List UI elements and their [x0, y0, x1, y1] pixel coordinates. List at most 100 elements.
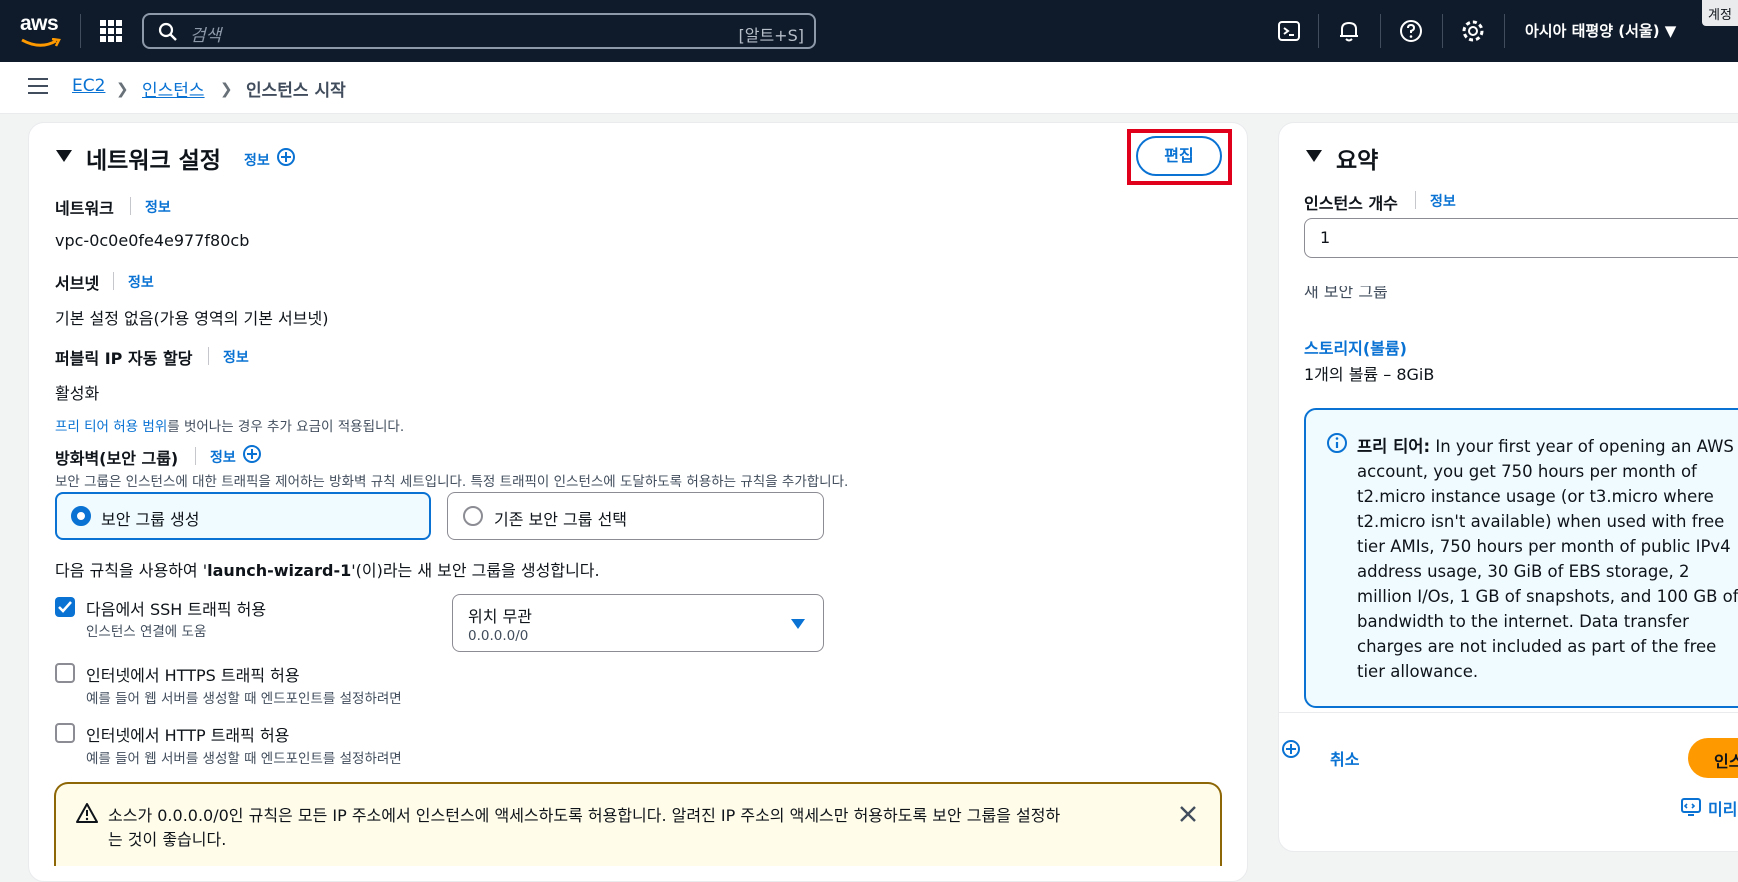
http-description: 예를 들어 웹 서버를 생성할 때 엔드포인트를 설정하려면: [86, 751, 402, 767]
public-ip-info-link[interactable]: 정보: [223, 347, 249, 367]
gear-icon[interactable]: [1460, 18, 1486, 44]
radio-selected[interactable]: [71, 506, 91, 526]
network-settings-title: 네트워크 설정: [86, 148, 221, 174]
ssh-label: 다음에서 SSH 트래픽 허용: [86, 600, 267, 619]
public-ip-value: 활성화: [55, 384, 100, 403]
instance-count-value: 1: [1320, 228, 1331, 247]
info-icon: [1327, 433, 1347, 453]
free-tier-info-box: 프리 티어: In your first year of opening an …: [1304, 408, 1738, 708]
divider: [1278, 712, 1738, 713]
divider: [113, 272, 114, 290]
ssh-source-select[interactable]: 위치 무관 0.0.0.0/0: [452, 594, 824, 652]
chevron-right-icon: ❯: [220, 80, 233, 98]
breadcrumb-instances[interactable]: 인스턴스: [142, 76, 205, 101]
caret-down-icon: [791, 619, 805, 629]
option-create-label: 보안 그룹 생성: [101, 510, 200, 529]
rule-suffix: '(이)라는 새 보안 그룹을 생성합니다.: [351, 561, 600, 580]
subnet-value: 기본 설정 없음(가용 영역의 기본 서브넷): [55, 309, 329, 328]
collapse-caret-icon[interactable]: [1306, 150, 1322, 162]
option-existing-label: 기존 보안 그룹 선택: [494, 510, 628, 529]
aws-smile-icon: [21, 38, 61, 47]
subnet-label: 서브넷: [55, 274, 100, 293]
search-shortcut-hint: [알트+S]: [738, 26, 805, 45]
nav-divider: [1318, 14, 1319, 48]
help-icon[interactable]: [1398, 18, 1424, 44]
https-label: 인터넷에서 HTTPS 트래픽 허용: [86, 666, 300, 685]
warning-text-line2: 는 것이 좋습니다.: [108, 830, 227, 849]
launch-instance-label: 인스: [1714, 752, 1738, 771]
instance-count-label: 인스턴스 개수: [1304, 194, 1398, 213]
network-label: 네트워크: [55, 199, 114, 218]
option-create-security-group[interactable]: 보안 그룹 생성: [55, 492, 431, 540]
network-value: vpc-0c0e0fe4e977f80cb: [55, 231, 250, 250]
nav-divider: [1380, 14, 1381, 48]
nav-divider: [1504, 14, 1505, 48]
nav-divider: [1442, 14, 1443, 48]
add-circle-icon[interactable]: [277, 148, 295, 166]
option-existing-security-group[interactable]: 기존 보안 그룹 선택: [447, 492, 824, 540]
divider: [195, 447, 196, 465]
add-circle-icon[interactable]: [243, 445, 261, 463]
chevron-right-icon: ❯: [116, 80, 129, 98]
services-grid-icon[interactable]: [100, 20, 122, 42]
cloudshell-icon[interactable]: [1276, 18, 1302, 44]
instance-count-info-link[interactable]: 정보: [1430, 191, 1456, 211]
aws-logo-text: aws: [20, 12, 59, 35]
search-placeholder: 검색: [190, 26, 222, 46]
nav-divider: [80, 14, 81, 48]
http-checkbox[interactable]: [55, 723, 75, 743]
info-link[interactable]: 정보: [244, 150, 270, 170]
subnet-info-link[interactable]: 정보: [128, 272, 154, 292]
free-tier-body: In your first year of opening an AWS acc…: [1357, 437, 1738, 681]
storage-value: 1개의 볼륨 – 8GiB: [1304, 365, 1435, 384]
search-icon: [158, 22, 177, 41]
scroll-clipped-row: 새 보안 그룹: [1304, 286, 1604, 304]
add-circle-icon[interactable]: [1282, 740, 1300, 758]
instance-count-input[interactable]: 1: [1304, 218, 1738, 258]
ssh-checkbox[interactable]: [55, 597, 75, 617]
preview-code-link[interactable]: 미리: [1708, 796, 1737, 820]
warning-icon: [76, 803, 98, 823]
cancel-button[interactable]: 취소: [1330, 746, 1359, 770]
summary-title: 요약: [1336, 148, 1379, 174]
account-menu[interactable]: 계정: [1702, 0, 1738, 26]
menu-icon[interactable]: [28, 78, 48, 94]
divider: [208, 347, 209, 365]
storage-link[interactable]: 스토리지(볼륨): [1304, 335, 1407, 359]
aws-logo[interactable]: aws: [20, 12, 62, 48]
collapse-caret-icon[interactable]: [56, 150, 72, 162]
https-checkbox[interactable]: [55, 663, 75, 683]
public-ip-label: 퍼블릭 IP 자동 할당: [55, 349, 193, 368]
rule-description: 다음 규칙을 사용하여 'launch-wizard-1'(이)라는 새 보안 …: [55, 557, 600, 581]
close-icon[interactable]: [1178, 804, 1198, 824]
free-tier-bold: 프리 티어:: [1357, 437, 1431, 456]
divider: [1415, 191, 1416, 209]
radio-unselected[interactable]: [463, 506, 483, 526]
ssh-description: 인스턴스 연결에 도움: [86, 624, 207, 640]
firewall-info-link[interactable]: 정보: [210, 447, 236, 467]
search-input[interactable]: 검색 [알트+S]: [142, 13, 816, 49]
warning-alert: 소스가 0.0.0.0/0인 규칙은 모든 IP 주소에서 인스턴스에 액세스하…: [54, 782, 1222, 866]
rule-name: launch-wizard-1: [207, 561, 352, 580]
security-group-summary: 새 보안 그룹: [1304, 286, 1388, 301]
launch-instance-button[interactable]: 인스: [1688, 738, 1738, 778]
region-selector[interactable]: 아시아 태평양 (서울) ▼: [1525, 20, 1676, 41]
rule-prefix: 다음 규칙을 사용하여 ': [55, 561, 208, 580]
edit-button[interactable]: 편집: [1136, 136, 1222, 176]
free-tier-notice: 프리 티어 허용 범위를 벗어나는 경우 추가 요금이 적용됩니다.: [55, 415, 404, 435]
preview-code-icon[interactable]: [1680, 796, 1702, 818]
bell-icon[interactable]: [1336, 18, 1362, 44]
free-tier-link[interactable]: 프리 티어 허용 범위: [55, 419, 167, 435]
network-info-link[interactable]: 정보: [145, 197, 171, 217]
breadcrumb-current: 인스턴스 시작: [246, 81, 346, 101]
breadcrumb-bar: EC2 ❯ 인스턴스 ❯ 인스턴스 시작: [0, 62, 1738, 114]
firewall-label: 방화벽(보안 그룹): [55, 449, 179, 468]
http-label: 인터넷에서 HTTP 트래픽 허용: [86, 726, 290, 745]
ssh-source-value: 위치 무관: [468, 607, 532, 626]
free-tier-notice-text: 를 벗어나는 경우 추가 요금이 적용됩니다.: [167, 419, 405, 435]
breadcrumb-ec2[interactable]: EC2: [72, 76, 105, 96]
check-icon: [58, 601, 72, 613]
warning-text-line1: 소스가 0.0.0.0/0인 규칙은 모든 IP 주소에서 인스턴스에 액세스하…: [108, 806, 1061, 825]
firewall-description: 보안 그룹은 인스턴스에 대한 트래픽을 제어하는 방화벽 규칙 세트입니다. …: [55, 474, 849, 490]
ssh-source-cidr: 0.0.0.0/0: [468, 628, 529, 644]
